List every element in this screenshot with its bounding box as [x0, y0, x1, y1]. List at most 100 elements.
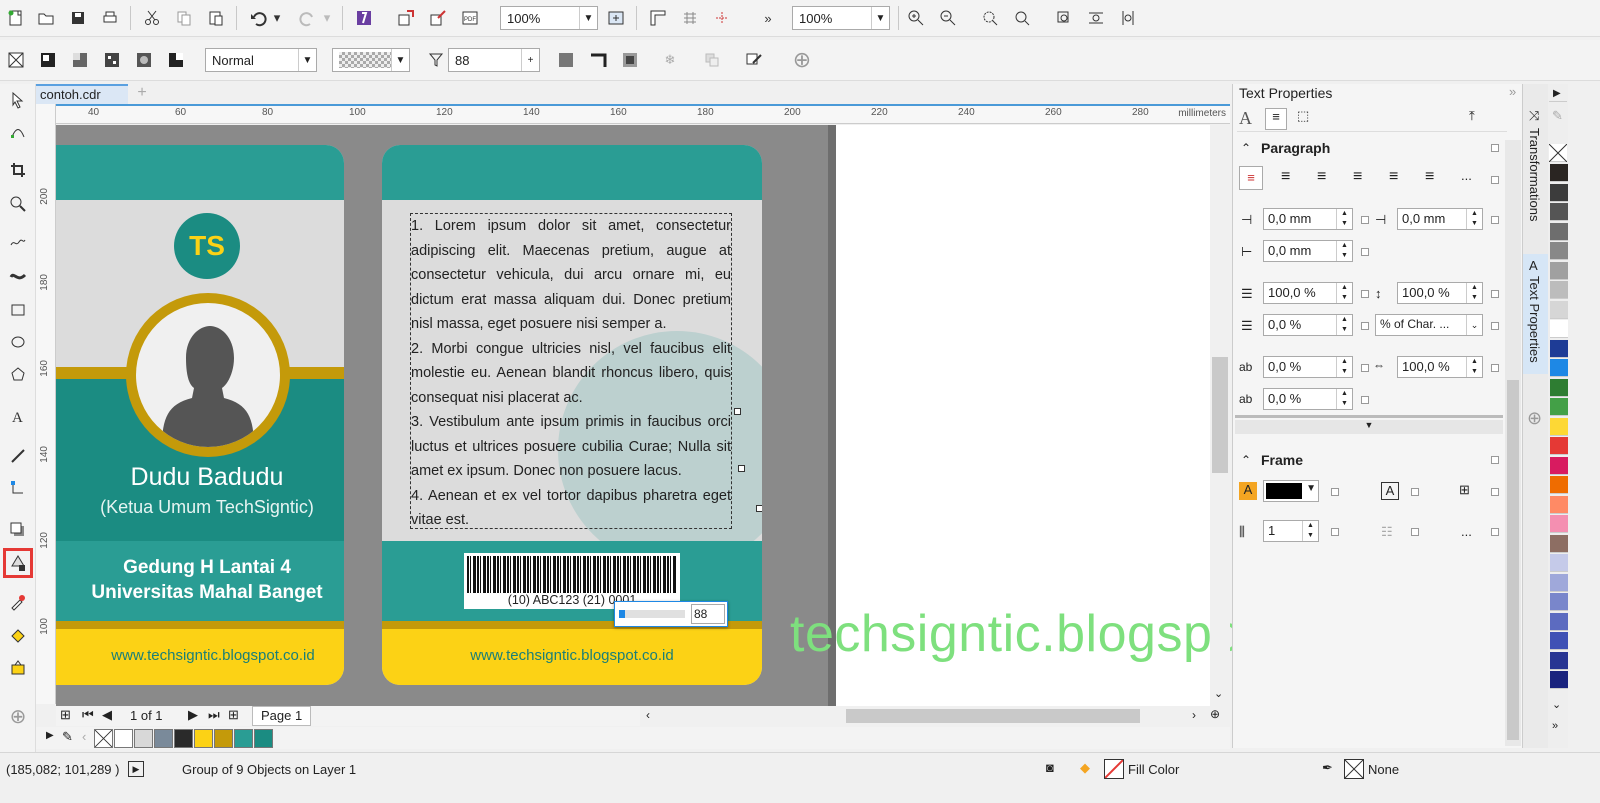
eyedropper-icon[interactable]: ✎: [1552, 108, 1563, 124]
right-indent-input[interactable]: 0,0 mm ▲ ▼: [1263, 240, 1353, 262]
spin-arrows-icon[interactable]: ▲ ▼: [1336, 389, 1352, 409]
color-swatch[interactable]: [1550, 593, 1568, 611]
no-color-swatch[interactable]: [94, 729, 113, 748]
page-tab[interactable]: Page 1: [252, 706, 312, 726]
field-checkbox[interactable]: [1331, 528, 1339, 536]
zoom-in-icon[interactable]: [904, 6, 928, 30]
field-checkbox[interactable]: [1361, 248, 1369, 256]
status-flyout-icon[interactable]: ▶: [128, 761, 144, 777]
column-settings-icon[interactable]: ☷: [1381, 524, 1393, 540]
collapse-section-icon[interactable]: ⌃: [1241, 453, 1251, 467]
search-content-icon[interactable]: [352, 6, 376, 30]
docker-scrollbar[interactable]: [1505, 140, 1521, 746]
palette-flyout-icon[interactable]: ▶: [46, 730, 54, 741]
align-right-icon[interactable]: ≡: [1353, 168, 1362, 186]
color-swatch[interactable]: [1550, 339, 1568, 358]
import-icon[interactable]: [394, 6, 418, 30]
zoom-level-combo-2[interactable]: 100% ▼: [792, 6, 890, 30]
field-checkbox[interactable]: [1331, 488, 1339, 496]
undo-dropdown-icon[interactable]: ▾: [270, 6, 284, 30]
character-tab-icon[interactable]: A: [1239, 108, 1252, 129]
pick-tool-icon[interactable]: [6, 88, 30, 112]
field-checkbox[interactable]: [1491, 290, 1499, 298]
language-spacing-input[interactable]: 0,0 % ▲ ▼: [1263, 388, 1353, 410]
spin-arrows-icon[interactable]: ▲ ▼: [1466, 283, 1482, 303]
paste-icon[interactable]: [204, 6, 228, 30]
more-options-icon[interactable]: ...: [1461, 168, 1472, 183]
outline-color-swatch[interactable]: [1344, 759, 1364, 779]
fill-color-swatch[interactable]: [1104, 759, 1124, 779]
spin-arrows-icon[interactable]: ▲ ▼: [1466, 209, 1482, 229]
zoom-to-selected-icon[interactable]: [978, 6, 1002, 30]
rules-text-frame[interactable]: 1. Lorem ipsum dolor sit amet, consectet…: [410, 213, 732, 529]
apply-to-outline-icon[interactable]: [586, 48, 610, 72]
smart-fill-tool-icon[interactable]: [6, 656, 30, 680]
color-proof-icon[interactable]: ◙: [1046, 760, 1054, 775]
slider-value-input[interactable]: 88: [691, 604, 725, 624]
publish-pdf-icon[interactable]: PDF: [458, 6, 482, 30]
color-eyedropper-tool-icon[interactable]: [6, 590, 30, 614]
left-indent-input[interactable]: 0,0 mm ▲ ▼: [1263, 208, 1353, 230]
color-swatch[interactable]: [1550, 495, 1568, 514]
two-color-pattern-transparency-icon[interactable]: [164, 48, 188, 72]
color-swatch[interactable]: [1550, 203, 1568, 221]
color-swatch[interactable]: [1550, 378, 1568, 397]
justify-icon[interactable]: ≡: [1389, 168, 1398, 186]
no-transparency-icon[interactable]: [4, 48, 28, 72]
connector-tool-icon[interactable]: [6, 476, 30, 500]
undo-icon[interactable]: [246, 6, 270, 30]
crop-tool-icon[interactable]: [6, 158, 30, 182]
id-card-back[interactable]: 1. Lorem ipsum dolor sit amet, consectet…: [382, 145, 762, 685]
last-page-icon[interactable]: ⏭: [208, 707, 220, 723]
zoom-to-page-width-icon[interactable]: [1084, 6, 1108, 30]
color-swatch[interactable]: [1550, 476, 1568, 494]
copy-transparency-icon[interactable]: [700, 48, 724, 72]
force-justify-icon[interactable]: ≡: [1425, 168, 1434, 186]
no-color-swatch[interactable]: [1548, 143, 1568, 163]
selection-handle[interactable]: [734, 408, 741, 415]
color-swatch[interactable]: [1550, 534, 1568, 553]
align-left-icon[interactable]: ≡: [1281, 168, 1290, 186]
bitmap-pattern-transparency-icon[interactable]: [132, 48, 156, 72]
color-swatch[interactable]: [1550, 456, 1568, 475]
palette-swatch[interactable]: [254, 729, 273, 748]
show-rulers-icon[interactable]: [646, 6, 670, 30]
interactive-fill-tool-icon[interactable]: [6, 624, 30, 648]
spin-arrows-icon[interactable]: ▲ ▼: [1302, 521, 1318, 541]
drop-shadow-tool-icon[interactable]: [6, 518, 30, 542]
slider-track[interactable]: [619, 610, 685, 618]
color-swatch[interactable]: [1550, 651, 1568, 670]
zoom-out-icon[interactable]: [936, 6, 960, 30]
section-checkbox[interactable]: [1491, 144, 1499, 152]
text-frame-fill-icon[interactable]: A: [1381, 482, 1399, 500]
collapse-section-icon[interactable]: ⌃: [1241, 141, 1251, 155]
eyedropper-icon[interactable]: ✎: [62, 729, 73, 745]
zoom-to-page-height-icon[interactable]: [1116, 6, 1140, 30]
color-swatch[interactable]: [1550, 612, 1568, 631]
space-after-paragraph-input[interactable]: 0,0 % ▲ ▼: [1263, 314, 1353, 336]
color-swatch[interactable]: [1550, 183, 1568, 202]
horizontal-scrollbar[interactable]: ‹ › ⊕: [640, 706, 1230, 726]
copy-icon[interactable]: [172, 6, 196, 30]
polygon-tool-icon[interactable]: [6, 362, 30, 386]
redo-dropdown-icon[interactable]: ▾: [320, 6, 334, 30]
apply-to-fill-icon[interactable]: [554, 48, 578, 72]
transparency-tool-icon[interactable]: [6, 551, 30, 575]
palette-swatch[interactable]: [194, 729, 213, 748]
align-none-icon[interactable]: ≡: [1239, 166, 1263, 190]
color-swatch[interactable]: [1550, 242, 1568, 260]
redo-icon[interactable]: [296, 6, 320, 30]
color-swatch[interactable]: [1550, 281, 1568, 299]
color-swatch[interactable]: [1550, 437, 1568, 455]
spin-arrows-icon[interactable]: ▲ ▼: [1336, 357, 1352, 377]
uniform-transparency-icon[interactable]: [36, 48, 60, 72]
color-swatch[interactable]: [1550, 417, 1568, 436]
field-checkbox[interactable]: [1491, 528, 1499, 536]
add-page-after-icon[interactable]: ⊞: [228, 707, 239, 723]
zoom-navigator-icon[interactable]: ⊕: [1210, 707, 1220, 721]
edit-transparency-icon[interactable]: [742, 48, 766, 72]
show-guidelines-icon[interactable]: [710, 6, 734, 30]
shape-tool-icon[interactable]: [6, 120, 30, 144]
columns-input[interactable]: 1 ▲ ▼: [1263, 520, 1319, 542]
merge-mode-select[interactable]: Normal ▼: [205, 48, 317, 72]
